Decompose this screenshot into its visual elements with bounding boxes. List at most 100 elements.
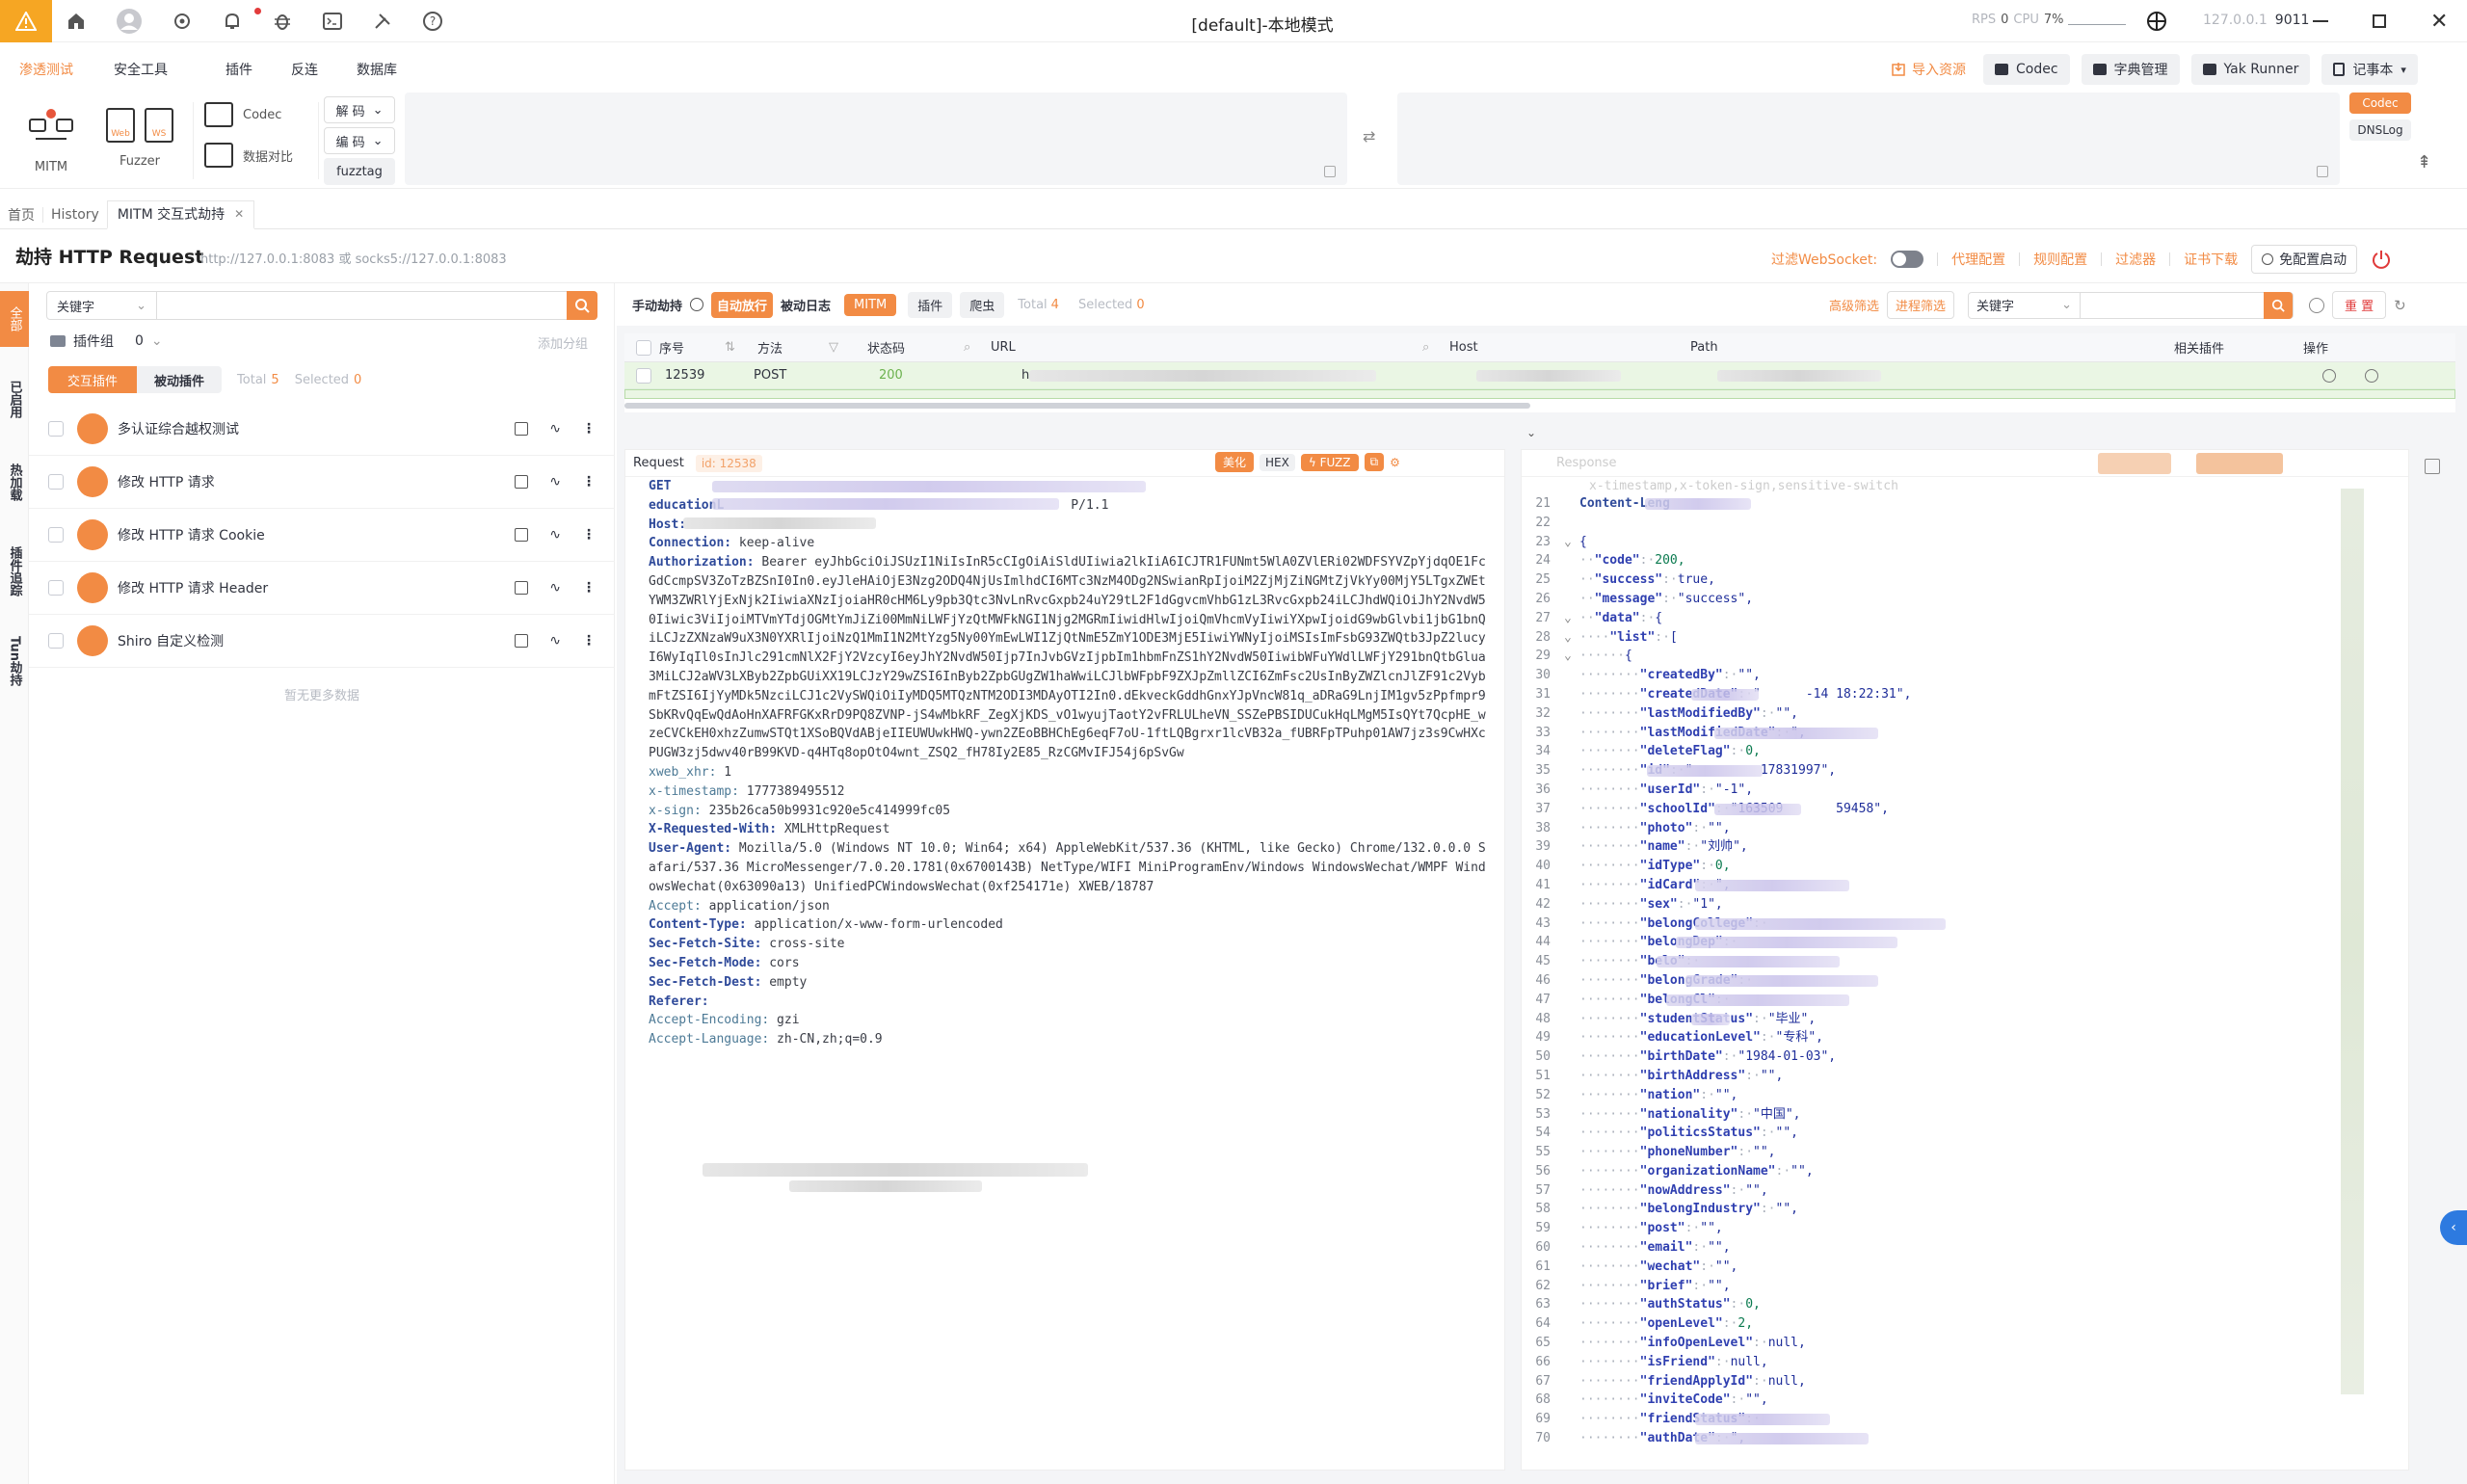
tab-interactive-plugins[interactable]: 交互插件 xyxy=(48,366,138,393)
warning-button[interactable] xyxy=(0,0,52,42)
table-row[interactable]: 12539 POST 200 h xyxy=(624,362,2455,389)
pulse-icon[interactable]: ∿ xyxy=(549,527,561,543)
table-row[interactable] xyxy=(624,389,2455,399)
mitm-search-input[interactable] xyxy=(2081,292,2265,318)
edit-icon[interactable] xyxy=(515,581,529,595)
more-icon[interactable]: ⋮ xyxy=(582,421,596,437)
refresh-icon[interactable]: ↻ xyxy=(2394,297,2406,314)
tab-mitm[interactable]: MITM 交互式劫持 ✕ xyxy=(106,199,255,229)
import-resource-button[interactable]: 导入资源 xyxy=(1885,54,1972,85)
side-drawer-handle[interactable]: ‹ xyxy=(2440,1210,2467,1245)
home-icon[interactable] xyxy=(66,11,87,32)
passive-log-tab[interactable]: 被动日志 xyxy=(781,296,831,314)
minimize-icon[interactable] xyxy=(2313,20,2328,22)
add-group-link[interactable]: 添加分组 xyxy=(538,333,588,352)
user-avatar-icon[interactable] xyxy=(116,8,143,35)
tab-passive-plugins[interactable]: 被动插件 xyxy=(137,366,223,393)
reset-button[interactable]: 重 置 xyxy=(2332,291,2387,319)
mitm-search-button[interactable] xyxy=(2264,291,2294,319)
tag-plugin[interactable]: 插件 xyxy=(908,291,953,318)
terminal-icon[interactable] xyxy=(322,11,343,32)
tab-history[interactable]: History xyxy=(42,206,107,223)
decode-select[interactable]: 解 码 ⌄ xyxy=(324,96,395,123)
filter-websocket-toggle[interactable] xyxy=(1891,251,1924,268)
rule-config-link[interactable]: 规则配置 xyxy=(2033,250,2087,269)
filter-icon[interactable]: ▽ xyxy=(829,340,867,355)
more-icon[interactable]: ⋮ xyxy=(582,580,596,596)
swap-icon[interactable]: ⇄ xyxy=(1363,127,1375,146)
help-icon[interactable] xyxy=(2309,297,2325,313)
horizontal-scrollbar[interactable] xyxy=(624,403,1530,409)
ws-fuzzer-icon[interactable]: WS xyxy=(145,108,173,143)
pulse-icon[interactable]: ∿ xyxy=(549,474,561,490)
filter-link[interactable]: 过滤器 xyxy=(2115,250,2156,269)
request-editor[interactable]: GET educationL P/1.1Host: ?Connection: k… xyxy=(649,477,1487,1049)
list-item[interactable]: 修改 HTTP 请求 ∿ ⋮ xyxy=(29,456,615,509)
rail-item-tun[interactable]: Tun劫持 xyxy=(0,624,29,698)
settings-icon[interactable]: ⚙ xyxy=(1390,456,1400,469)
rail-item-hotload[interactable]: 热加载 xyxy=(0,445,29,518)
fuzz-button[interactable]: ϟ FUZZ xyxy=(1300,453,1359,471)
search-icon[interactable]: ⌕ xyxy=(964,340,977,355)
pulse-icon[interactable]: ∿ xyxy=(549,580,561,596)
edit-icon[interactable] xyxy=(515,475,529,489)
col-host[interactable]: Host xyxy=(1449,340,1690,355)
fuzzer-tool[interactable]: Web WS Fuzzer xyxy=(96,108,183,169)
mitm-tool[interactable]: MITM xyxy=(21,106,81,174)
list-item[interactable]: 多认证综合越权测试 ∿ ⋮ xyxy=(29,403,615,456)
plugin-checkbox[interactable] xyxy=(48,580,64,596)
select-all-checkbox[interactable] xyxy=(636,339,651,356)
search-icon[interactable]: ⌕ xyxy=(1422,340,1449,355)
col-url[interactable]: URL xyxy=(991,340,1422,355)
plugin-checkbox[interactable] xyxy=(48,421,64,437)
pulse-icon[interactable]: ∿ xyxy=(549,421,561,437)
bug-icon[interactable] xyxy=(272,11,293,32)
codec-input-area[interactable] xyxy=(405,93,1347,185)
fuzztag-button[interactable]: fuzztag xyxy=(324,158,395,185)
auto-release-tab[interactable]: 自动放行 xyxy=(711,291,774,318)
collapse-icon[interactable]: ⇞ xyxy=(2417,152,2431,172)
menu-item-security-tools[interactable]: 安全工具 xyxy=(114,60,225,79)
tab-home[interactable]: 首页 xyxy=(0,205,42,225)
row-checkbox[interactable] xyxy=(636,367,651,384)
goto-icon[interactable] xyxy=(2365,368,2378,383)
search-button[interactable] xyxy=(567,291,597,320)
copy-icon[interactable]: ⧉ xyxy=(1364,453,1385,471)
encode-select[interactable]: 编 码 ⌄ xyxy=(324,127,395,154)
pulse-icon[interactable]: ∿ xyxy=(549,633,561,649)
plugin-checkbox[interactable] xyxy=(48,527,64,543)
plugin-checkbox[interactable] xyxy=(48,474,64,490)
tag-crawler[interactable]: 爬虫 xyxy=(960,291,1005,318)
process-filter-button[interactable]: 进程筛选 xyxy=(1887,291,1955,319)
edit-icon[interactable] xyxy=(515,422,529,436)
keyword-select[interactable]: 关键字 ⌄ xyxy=(1969,292,2082,318)
view-icon[interactable] xyxy=(2322,368,2336,383)
engine-icon[interactable] xyxy=(2145,10,2168,33)
proxy-config-link[interactable]: 代理配置 xyxy=(1951,250,2005,269)
close-icon[interactable]: ✕ xyxy=(2430,10,2448,34)
rail-item-all[interactable]: 全部 xyxy=(0,291,29,347)
dictionary-button[interactable]: 字典管理 xyxy=(2081,54,2180,85)
col-status[interactable]: 状态码 xyxy=(867,338,964,357)
panel-toggle-icon[interactable] xyxy=(2425,459,2440,474)
copy-icon[interactable] xyxy=(2317,166,2328,177)
plugin-checkbox[interactable] xyxy=(48,633,64,649)
web-fuzzer-icon[interactable]: Web xyxy=(106,108,135,143)
edit-icon[interactable] xyxy=(515,528,529,542)
copy-icon[interactable] xyxy=(1324,166,1336,177)
codec-button[interactable]: Codec xyxy=(1983,54,2070,85)
close-icon[interactable]: ✕ xyxy=(234,207,244,221)
col-method[interactable]: 方法 xyxy=(754,338,829,357)
chevron-down-icon[interactable]: ⌄ xyxy=(151,333,163,349)
beautify-button[interactable]: 美化 xyxy=(1215,452,1255,472)
hex-button[interactable]: HEX xyxy=(1260,453,1295,471)
codec-tool[interactable]: Codec xyxy=(204,102,281,127)
gear-icon[interactable] xyxy=(172,11,193,32)
data-compare-tool[interactable]: 数据对比 xyxy=(204,143,293,168)
help-icon[interactable]: ? xyxy=(422,11,443,32)
side-dnslog-button[interactable]: DNSLog xyxy=(2349,119,2411,141)
cert-download-link[interactable]: 证书下载 xyxy=(2184,250,2238,269)
expand-chevron-icon[interactable]: ⌄ xyxy=(1526,426,1536,439)
menu-item-plugins[interactable]: 插件 xyxy=(225,60,291,79)
list-item[interactable]: 修改 HTTP 请求 Header ∿ ⋮ xyxy=(29,562,615,615)
